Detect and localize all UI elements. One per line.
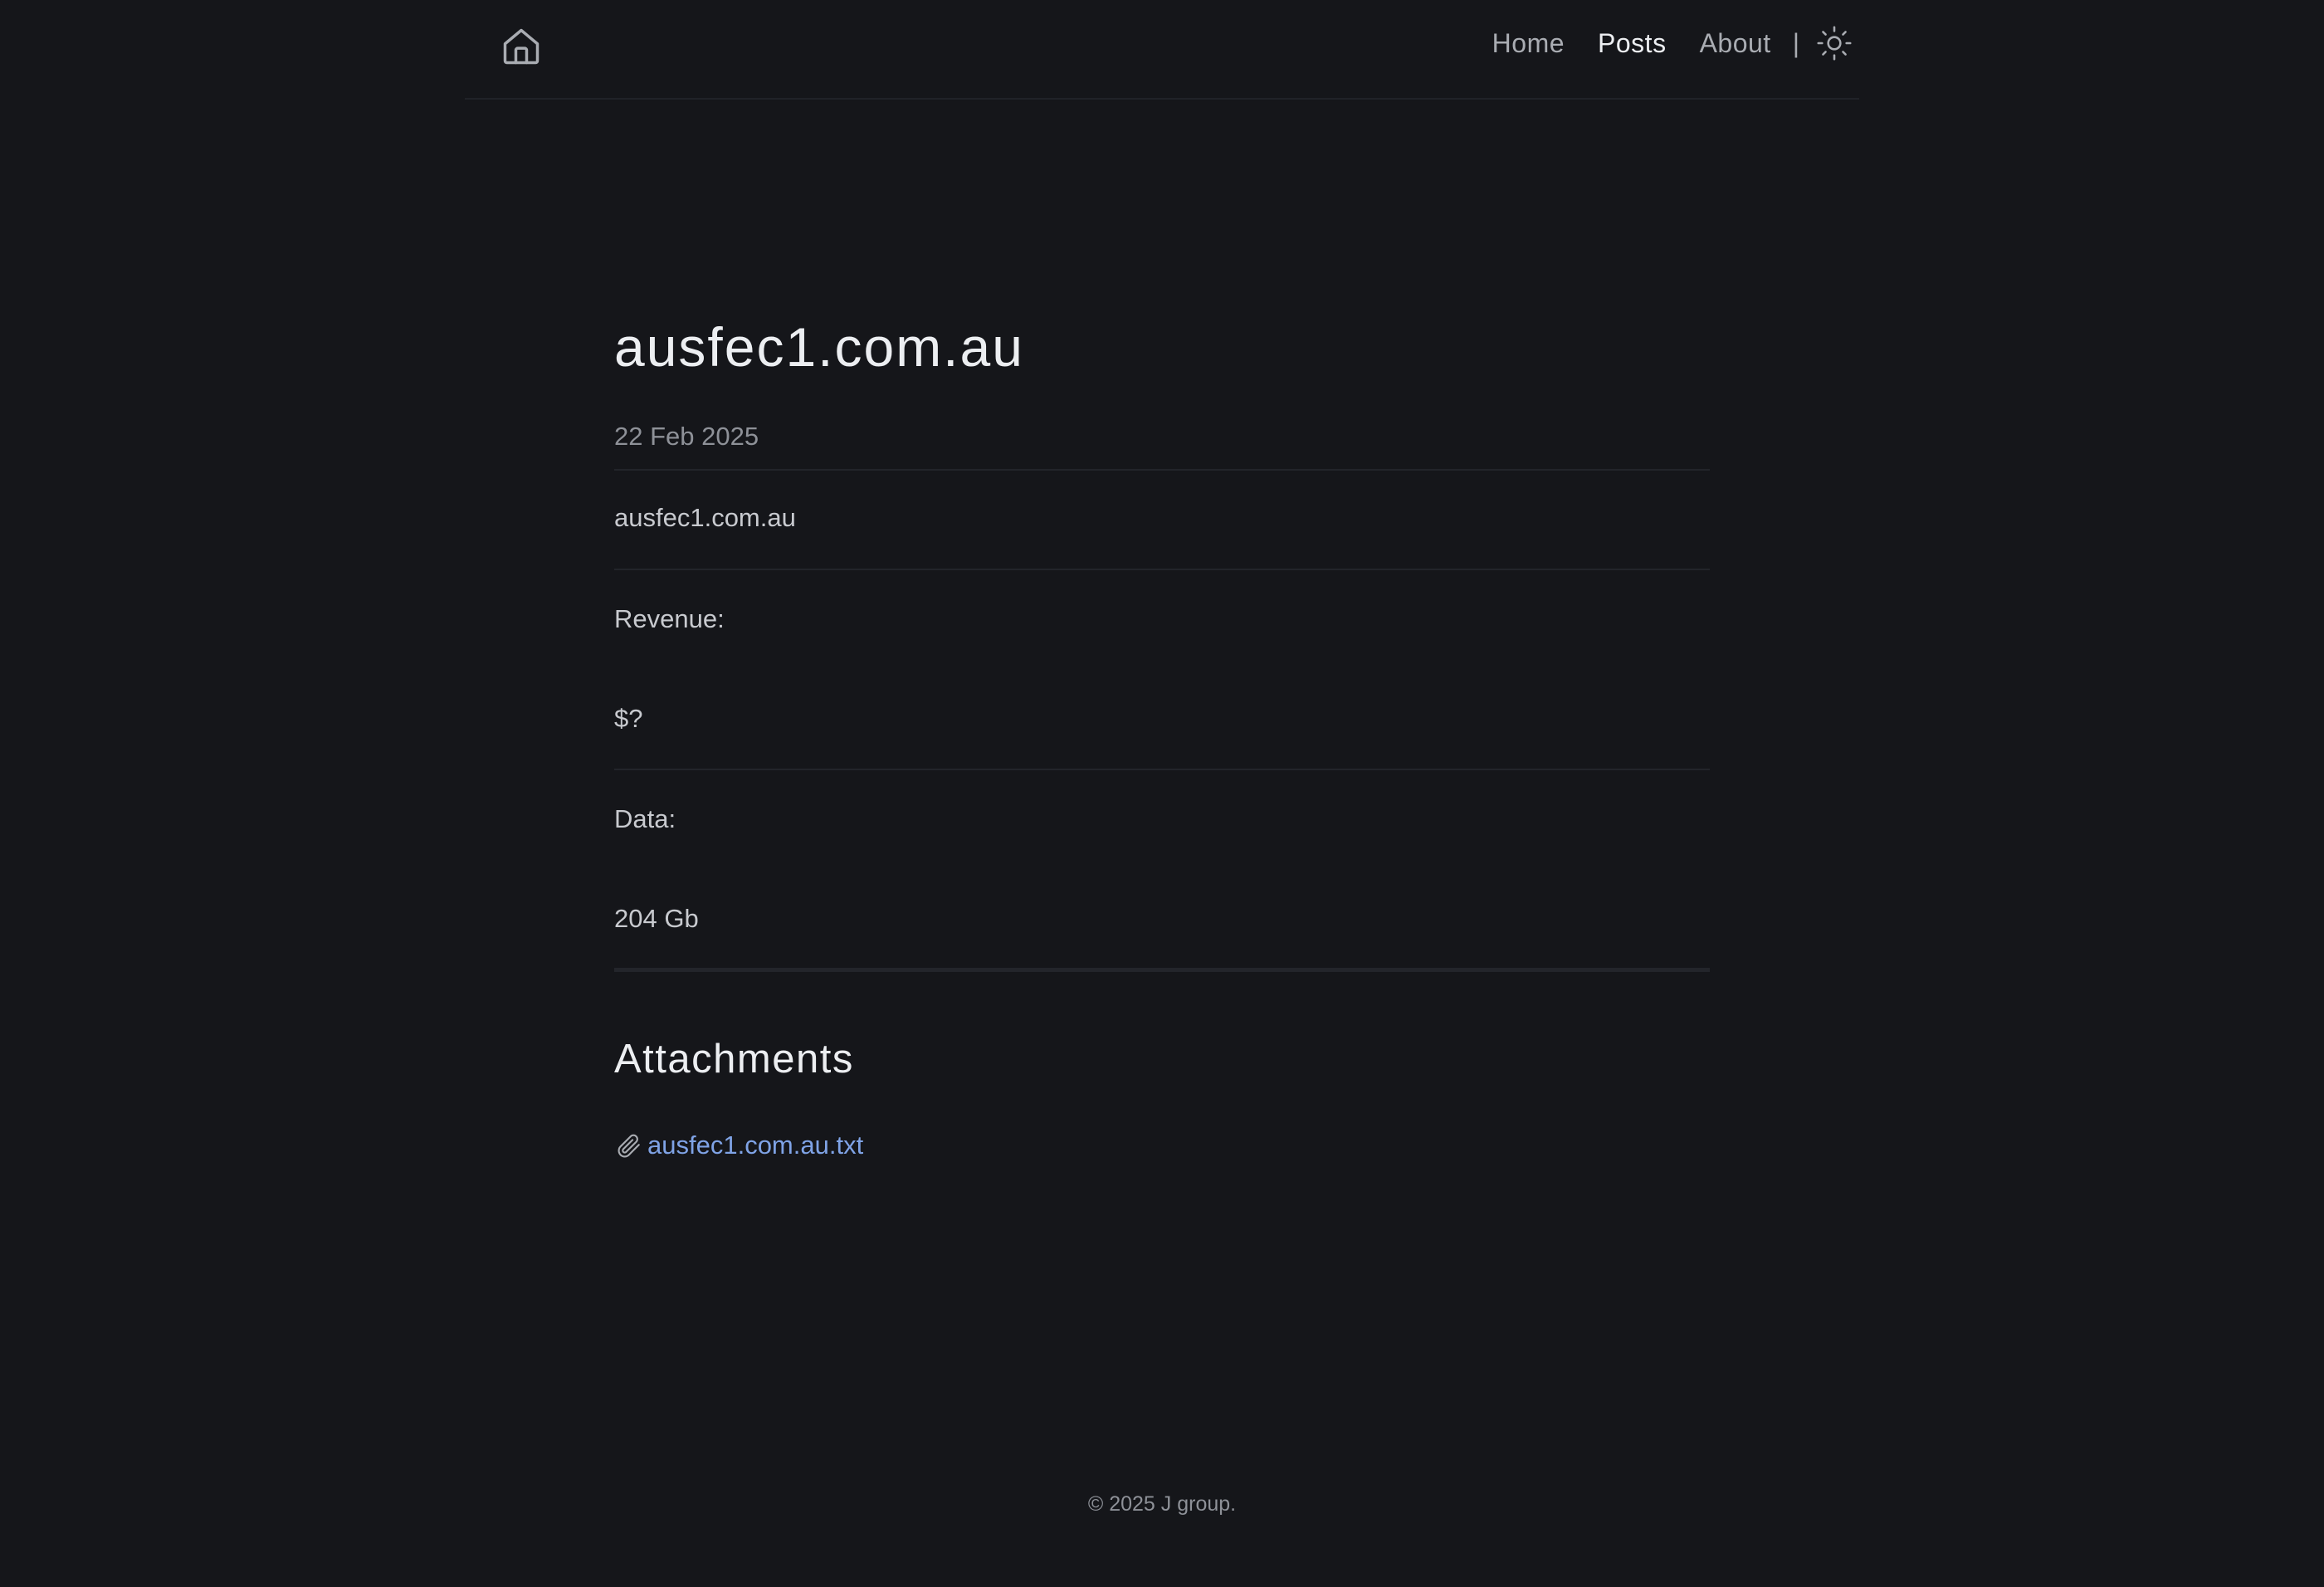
page: Home Posts About | ausfec1.com.au 22 Feb…: [0, 0, 2324, 1587]
divider: [614, 469, 1710, 471]
nav-link-posts[interactable]: Posts: [1598, 28, 1667, 59]
divider: [614, 769, 1710, 770]
post-domain-text: ausfec1.com.au: [614, 503, 796, 532]
revenue-value: $?: [614, 704, 643, 733]
post-title: ausfec1.com.au: [614, 316, 1024, 378]
nav-link-home[interactable]: Home: [1492, 28, 1565, 59]
site-header: Home Posts About |: [465, 0, 1859, 100]
paperclip-icon: [618, 1134, 640, 1158]
section-divider: [614, 968, 1710, 972]
data-value: 204 Gb: [614, 904, 699, 933]
data-label: Data:: [614, 804, 676, 833]
revenue-label: Revenue:: [614, 604, 725, 633]
nav-separator: |: [1792, 27, 1799, 58]
sun-icon[interactable]: [1816, 25, 1853, 61]
home-icon[interactable]: [500, 25, 543, 68]
attachments-heading: Attachments: [614, 1037, 854, 1082]
divider: [614, 569, 1710, 570]
site-footer: © 2025 J group.: [1087, 1492, 1237, 1516]
main-nav: Home Posts About |: [1459, 20, 1853, 66]
attachment-item: ausfec1.com.au.txt: [614, 1130, 863, 1160]
post-date: 22 Feb 2025: [614, 422, 759, 451]
nav-link-about[interactable]: About: [1700, 28, 1771, 59]
attachment-link[interactable]: ausfec1.com.au.txt: [647, 1130, 863, 1160]
